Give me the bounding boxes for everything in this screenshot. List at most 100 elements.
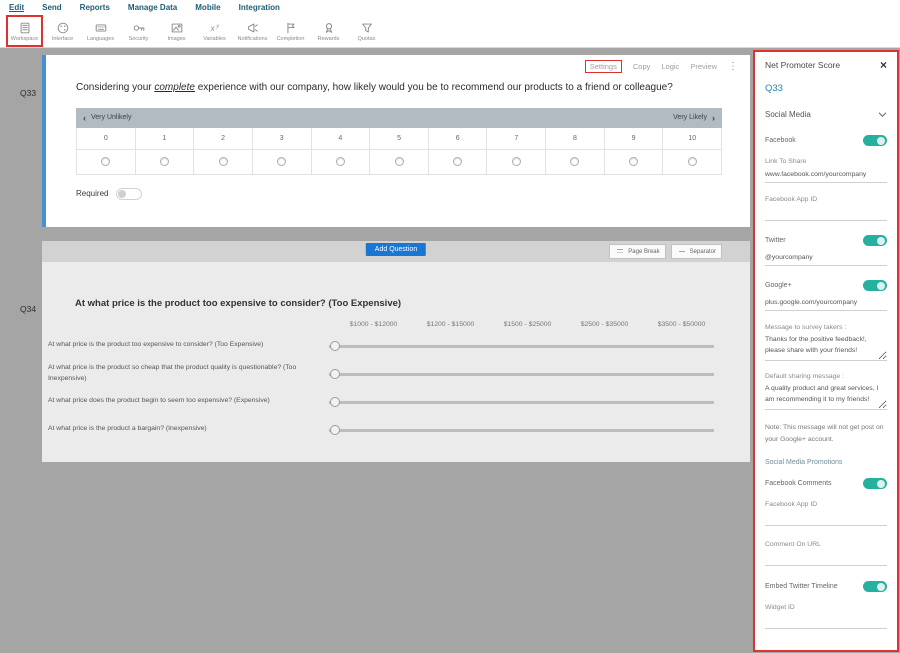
question-canvas: Settings Copy Logic Preview ⋮ Considerin…: [42, 48, 750, 653]
nps-radio[interactable]: [219, 157, 228, 166]
menu-reports[interactable]: Reports: [80, 3, 110, 12]
q34-row-label: At what price is the product too expensi…: [42, 340, 329, 350]
nps-radio[interactable]: [277, 157, 286, 166]
nps-radio[interactable]: [160, 157, 169, 166]
menu-edit[interactable]: Edit: [9, 3, 24, 12]
facebook-app-id-input[interactable]: [765, 207, 887, 221]
widget-id-input[interactable]: [765, 615, 887, 629]
menu-mobile[interactable]: Mobile: [195, 3, 220, 12]
toolbar-item-languages[interactable]: Languages: [83, 16, 118, 46]
toolbar-item-completion[interactable]: Completion: [273, 16, 308, 46]
default-sharing-message-input[interactable]: A quality product and great services, I …: [765, 384, 887, 410]
nps-radio[interactable]: [570, 157, 579, 166]
q34-row-label: At what price does the product begin to …: [42, 396, 329, 406]
menu-manage-data[interactable]: Manage Data: [128, 3, 177, 12]
scale-value: 1: [136, 128, 195, 150]
security-icon: [132, 21, 146, 35]
scale-value: 2: [194, 128, 253, 150]
question-text-before: Considering your: [76, 82, 154, 93]
q34-row-label: At what price is the product a bargain? …: [42, 424, 329, 434]
facebook-toggle-row: Facebook: [765, 135, 887, 146]
embed-twitter-timeline-toggle-row: Embed Twitter Timeline: [765, 581, 887, 592]
toolbar-item-workspace[interactable]: Workspace: [7, 16, 42, 46]
slider-handle[interactable]: [330, 341, 340, 351]
scale-value: 9: [605, 128, 664, 150]
q34-row: At what price does the product begin to …: [42, 391, 750, 412]
nps-radio[interactable]: [512, 157, 521, 166]
more-options-icon[interactable]: ⋮: [728, 61, 738, 72]
menu-integration[interactable]: Integration: [239, 3, 280, 12]
price-slider[interactable]: [329, 369, 714, 379]
nps-radio[interactable]: [395, 157, 404, 166]
q34-column: $3500 - $50000: [643, 321, 720, 328]
q34-column: $2500 - $35000: [566, 321, 643, 328]
price-slider[interactable]: [329, 341, 714, 351]
q34-row: At what price is the product too expensi…: [42, 335, 750, 356]
twitter-handle-input[interactable]: [765, 252, 887, 266]
googleplus-link-input[interactable]: [765, 297, 887, 311]
question-number-q34: Q34: [20, 304, 36, 314]
price-slider[interactable]: [329, 425, 714, 435]
close-icon[interactable]: ×: [880, 60, 887, 70]
facebook-toggle[interactable]: [863, 135, 887, 146]
toolbar-item-rewards[interactable]: Rewards: [311, 16, 346, 46]
toolbar-item-interface[interactable]: Interface: [45, 16, 80, 46]
price-slider[interactable]: [329, 397, 714, 407]
required-toggle[interactable]: [116, 188, 142, 200]
nps-scale-radios: [76, 150, 722, 175]
embed-twitter-timeline-toggle[interactable]: [863, 581, 887, 592]
nps-radio[interactable]: [688, 157, 697, 166]
slider-handle[interactable]: [330, 397, 340, 407]
separator-button[interactable]: Separator: [671, 244, 722, 259]
nps-scale-header: ‹Very Unlikely Very Likely›: [76, 108, 722, 128]
menu-send[interactable]: Send: [42, 3, 62, 12]
preview-button[interactable]: Preview: [690, 62, 717, 71]
googleplus-note: Note: This message will not get post on …: [765, 422, 887, 446]
chevron-down-icon: [878, 111, 887, 118]
chevron-left-icon[interactable]: ‹: [83, 113, 86, 123]
facebook-comments-toggle[interactable]: [863, 478, 887, 489]
q34-title: At what price is the product too expensi…: [42, 262, 750, 309]
page-break-button[interactable]: Page Break: [609, 244, 665, 259]
facebook-app-id-2-label: Facebook App ID: [765, 501, 887, 508]
message-to-survey-takers-input[interactable]: Thanks for the positive feedback!, pleas…: [765, 335, 887, 361]
top-menubar: Edit Send Reports Manage Data Mobile Int…: [0, 0, 900, 15]
images-icon: [170, 21, 184, 35]
facebook-app-id-label: Facebook App ID: [765, 196, 887, 203]
twitter-toggle[interactable]: [863, 235, 887, 246]
toolbar-item-quotas[interactable]: Quotas: [349, 16, 384, 46]
widget-id-label: Widget ID: [765, 604, 887, 611]
toolbar-item-notifications[interactable]: Notifications: [235, 16, 270, 46]
nps-radio[interactable]: [629, 157, 638, 166]
facebook-app-id-2-input[interactable]: [765, 512, 887, 526]
page-break-icon: [615, 247, 625, 256]
comment-on-url-input[interactable]: [765, 552, 887, 566]
workspace-icon: [18, 21, 32, 35]
copy-button[interactable]: Copy: [633, 62, 651, 71]
logic-button[interactable]: Logic: [661, 62, 679, 71]
settings-button[interactable]: Settings: [585, 60, 622, 73]
nps-radio[interactable]: [336, 157, 345, 166]
slider-handle[interactable]: [330, 425, 340, 435]
q33-card: Settings Copy Logic Preview ⋮ Considerin…: [42, 55, 750, 227]
link-to-share-input[interactable]: [765, 169, 887, 183]
toolbar-item-images[interactable]: Images: [159, 16, 194, 46]
scale-value: 0: [77, 128, 136, 150]
nps-scale-values: 0 1 2 3 4 5 6 7 8 9 10: [76, 128, 722, 150]
separator-icon: [677, 247, 687, 256]
question-number-q33: Q33: [20, 88, 36, 98]
toolbar-item-security[interactable]: Security: [121, 16, 156, 46]
googleplus-toggle[interactable]: [863, 280, 887, 291]
scale-value: 6: [429, 128, 488, 150]
toolbar-item-variables[interactable]: xy Variables: [197, 16, 232, 46]
add-question-button[interactable]: Add Question: [366, 243, 426, 256]
question-text-emphasis: complete: [154, 82, 195, 93]
slider-handle[interactable]: [330, 369, 340, 379]
q34-row: At what price is the product so cheap th…: [42, 363, 750, 384]
chevron-right-icon[interactable]: ›: [712, 113, 715, 123]
nps-radio[interactable]: [453, 157, 462, 166]
social-media-section-header[interactable]: Social Media: [765, 110, 887, 119]
googleplus-toggle-row: Google+: [765, 280, 887, 291]
nps-radio[interactable]: [101, 157, 110, 166]
message-to-survey-takers-label: Message to survey takers :: [765, 324, 887, 331]
